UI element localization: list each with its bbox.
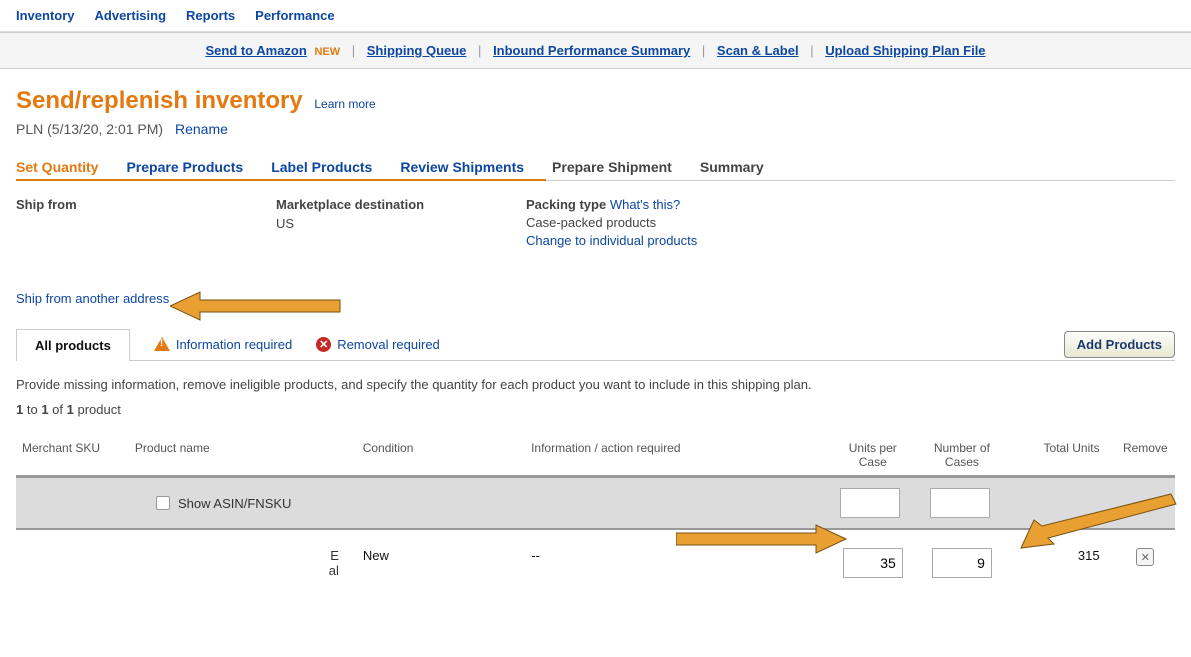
tab-label-products[interactable]: Label Products bbox=[271, 159, 372, 181]
marketplace-value: US bbox=[276, 216, 466, 231]
header-condition: Condition bbox=[363, 441, 531, 469]
header-units-per-case: Units per Case bbox=[828, 441, 917, 469]
add-products-button[interactable]: Add Products bbox=[1064, 331, 1175, 358]
whats-this-link[interactable]: What's this? bbox=[610, 197, 680, 212]
divider: | bbox=[702, 43, 705, 58]
error-icon: ✕ bbox=[316, 337, 331, 352]
rename-link[interactable]: Rename bbox=[175, 121, 228, 137]
nav-performance[interactable]: Performance bbox=[255, 8, 334, 23]
subnav-send-to-amazon[interactable]: Send to Amazon bbox=[205, 43, 306, 58]
tab-prepare-shipment: Prepare Shipment bbox=[552, 159, 672, 181]
products-table: Merchant SKU Product name Condition Info… bbox=[16, 435, 1175, 578]
tab-prepare-products[interactable]: Prepare Products bbox=[126, 159, 243, 181]
checkbox-icon bbox=[156, 496, 170, 510]
plan-row: PLN (5/13/20, 2:01 PM) Rename bbox=[16, 121, 1175, 137]
tab-review-shipments[interactable]: Review Shipments bbox=[400, 159, 524, 181]
instructions-text: Provide missing information, remove inel… bbox=[16, 377, 1175, 392]
cell-name: E al bbox=[135, 548, 363, 578]
nav-advertising[interactable]: Advertising bbox=[95, 8, 167, 23]
divider: | bbox=[810, 43, 813, 58]
asin-fnsku-row: Show ASIN/FNSKU bbox=[16, 475, 1175, 530]
page-title: Send/replenish inventory bbox=[16, 87, 303, 115]
main-content: Send/replenish inventory Learn more PLN … bbox=[0, 69, 1191, 578]
header-info: Information / action required bbox=[531, 441, 828, 469]
new-badge: NEW bbox=[314, 46, 340, 58]
header-remove: Remove bbox=[1116, 441, 1175, 469]
header-sku: Merchant SKU bbox=[16, 441, 135, 469]
header-number-of-cases: Number of Cases bbox=[917, 441, 1006, 469]
number-of-cases-input[interactable] bbox=[932, 548, 992, 578]
nav-reports[interactable]: Reports bbox=[186, 8, 235, 23]
filter-info-required[interactable]: Information required bbox=[154, 337, 292, 352]
table-header: Merchant SKU Product name Condition Info… bbox=[16, 435, 1175, 475]
filter-removal-required-label: Removal required bbox=[337, 337, 440, 352]
subnav-scan-label[interactable]: Scan & Label bbox=[717, 43, 799, 58]
divider: | bbox=[478, 43, 481, 58]
learn-more-link[interactable]: Learn more bbox=[314, 97, 375, 111]
ship-from-label: Ship from bbox=[16, 197, 216, 212]
product-count: 1 to 1 of 1 product bbox=[16, 402, 1175, 417]
show-asin-label: Show ASIN/FNSKU bbox=[178, 496, 291, 511]
filter-tabs-wrapper: All products Information required ✕ Remo… bbox=[16, 328, 1175, 360]
ship-from-another-link[interactable]: Ship from another address bbox=[16, 291, 1175, 306]
marketplace-label: Marketplace destination bbox=[276, 197, 466, 212]
cell-total-units: 315 bbox=[1007, 548, 1116, 563]
tab-underline bbox=[16, 179, 1175, 181]
tab-border bbox=[16, 360, 1175, 361]
remove-button[interactable]: ✕ bbox=[1136, 548, 1154, 566]
divider: | bbox=[352, 43, 355, 58]
header-total-units: Total Units bbox=[1006, 441, 1115, 469]
header-number-of-cases-input[interactable] bbox=[930, 488, 990, 518]
info-section: Ship from Marketplace destination US Pac… bbox=[16, 197, 1175, 251]
filter-all-products[interactable]: All products bbox=[16, 329, 130, 361]
packing-type-label: Packing type bbox=[526, 197, 606, 212]
subnav-inbound-performance[interactable]: Inbound Performance Summary bbox=[493, 43, 690, 58]
header-name: Product name bbox=[135, 441, 363, 469]
plan-label: PLN (5/13/20, 2:01 PM) bbox=[16, 121, 163, 137]
tab-summary: Summary bbox=[700, 159, 764, 181]
header-units-per-case-input[interactable] bbox=[840, 488, 900, 518]
table-row: E al New -- 315 ✕ bbox=[16, 530, 1175, 578]
warning-icon bbox=[154, 337, 170, 351]
change-packing-link[interactable]: Change to individual products bbox=[526, 233, 697, 248]
filter-removal-required[interactable]: ✕ Removal required bbox=[316, 337, 440, 352]
subnav-upload-plan[interactable]: Upload Shipping Plan File bbox=[825, 43, 985, 58]
filter-info-required-label: Information required bbox=[176, 337, 292, 352]
subnav-shipping-queue[interactable]: Shipping Queue bbox=[367, 43, 467, 58]
cell-condition: New bbox=[363, 548, 531, 563]
nav-inventory[interactable]: Inventory bbox=[16, 8, 75, 23]
cell-info: -- bbox=[531, 548, 828, 563]
tab-set-quantity[interactable]: Set Quantity bbox=[16, 159, 98, 181]
show-asin-checkbox[interactable]: Show ASIN/FNSKU bbox=[156, 496, 291, 511]
workflow-tabs: Set Quantity Prepare Products Label Prod… bbox=[16, 159, 1175, 181]
filter-tabs: All products Information required ✕ Remo… bbox=[16, 328, 440, 360]
units-per-case-input[interactable] bbox=[843, 548, 903, 578]
packing-value: Case-packed products bbox=[526, 215, 697, 230]
subnav-bar: Send to Amazon NEW | Shipping Queue | In… bbox=[0, 32, 1191, 69]
top-nav: Inventory Advertising Reports Performanc… bbox=[0, 0, 1191, 32]
